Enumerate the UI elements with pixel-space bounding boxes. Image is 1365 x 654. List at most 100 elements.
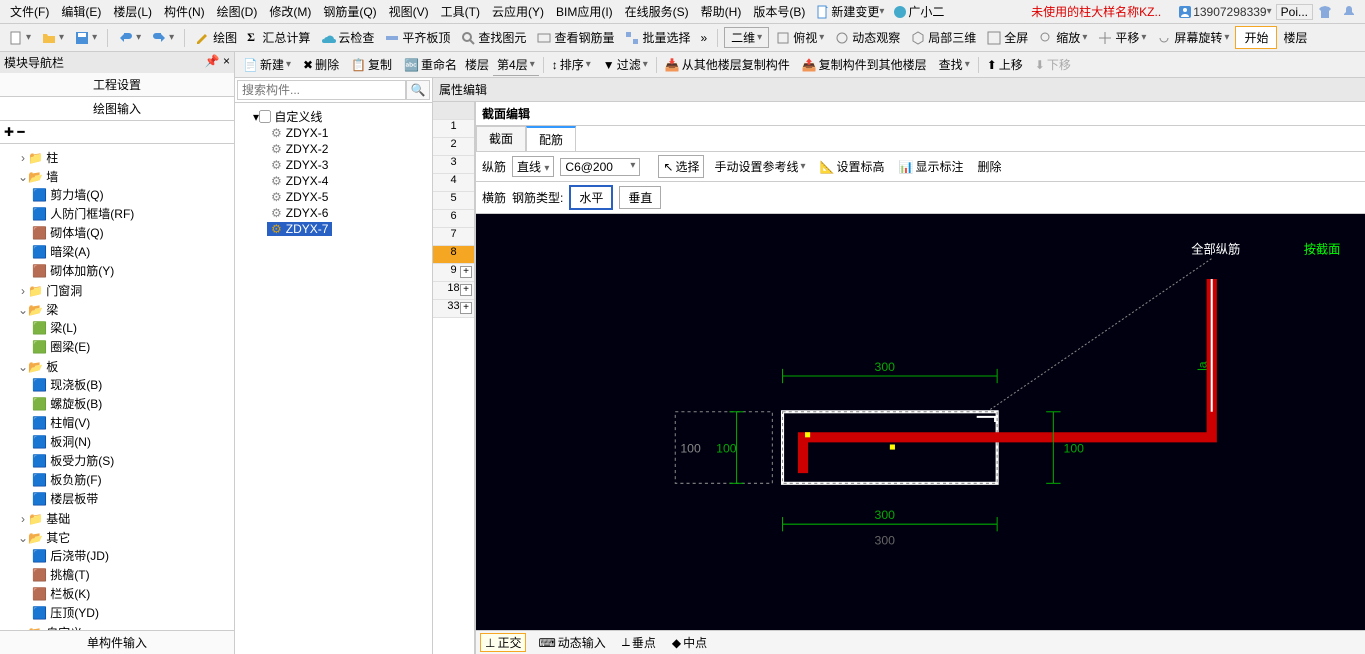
comp-rename-button[interactable]: 🔤重命名 [400,54,461,75]
comp-copy-button[interactable]: 📋复制 [347,54,396,75]
menu-floor[interactable]: 楼层(L) [107,3,158,20]
view-rebar-button[interactable]: 查看钢筋量 [532,27,618,48]
tree-bslj[interactable]: 🟦 板受力筋(S) [32,454,114,468]
batch-select-button[interactable]: 批量选择 [620,27,694,48]
menu-view[interactable]: 视图(V) [383,3,435,20]
menu-edit[interactable]: 编辑(E) [55,3,107,20]
menu-online[interactable]: 在线服务(S) [619,3,695,20]
comp-item-0[interactable]: ⚙ ZDYX-1 [267,126,332,140]
pin-icon[interactable]: 📌 [205,54,220,68]
tree-yading[interactable]: 🟦 压顶(YD) [32,606,99,620]
skin-button[interactable] [1313,4,1337,20]
sort-button[interactable]: ↕排序▾ [548,54,595,75]
comp-item-1[interactable]: ⚙ ZDYX-2 [267,142,332,156]
comp-delete-button[interactable]: ✖删除 [299,54,343,75]
copy-to-floor-button[interactable]: 📤复制构件到其他楼层 [798,54,931,75]
tree-lxb[interactable]: 🟩 螺旋板(B) [32,397,102,411]
prop-row-3[interactable]: 3 [433,156,474,174]
tree-anliang[interactable]: 🟦 暗梁(A) [32,245,90,259]
tree-zhu[interactable]: 柱 [46,151,58,165]
section-draw-input[interactable]: 绘图输入 [0,97,234,121]
floor-select[interactable]: 第4层▾ [493,54,539,76]
menu-tools[interactable]: 工具(T) [435,3,486,20]
show-label-button[interactable]: 📊 显示标注 [895,156,968,177]
floor-select-button[interactable]: 楼层 [1279,27,1311,48]
prop-row-8[interactable]: 8 [433,246,474,264]
draw-toggle[interactable]: 绘图 [191,27,241,48]
start-button[interactable]: 开始 [1235,26,1277,49]
more-button[interactable]: » [696,29,711,47]
tree-tiaoyan[interactable]: 🟫 挑檐(T) [32,568,90,582]
comp-item-3[interactable]: ⚙ ZDYX-4 [267,174,332,188]
vertical-type-button[interactable]: 垂直 [619,186,661,209]
tab-section[interactable]: 截面 [476,126,526,151]
tree-zhumao[interactable]: 🟦 柱帽(V) [32,416,90,430]
section-single-input[interactable]: 单构件输入 [0,630,234,654]
ortho-toggle[interactable]: ⊥ 正交 [480,633,526,652]
menu-draw[interactable]: 绘图(D) [211,3,264,20]
save-button[interactable]: ▾ [70,28,101,48]
poi-button[interactable]: Poi... [1276,4,1313,20]
tab-rebar[interactable]: 配筋 [526,126,576,151]
menu-file[interactable]: 文件(F) [4,3,55,20]
prop-row-2[interactable]: 2 [433,138,474,156]
assistant-button[interactable]: 广小二 [888,3,948,20]
menu-cloud[interactable]: 云应用(Y) [486,3,550,20]
copy-from-floor-button[interactable]: 📥从其他楼层复制构件 [661,54,794,75]
tree-liang[interactable]: 梁 [46,303,58,317]
menu-help[interactable]: 帮助(H) [695,3,748,20]
dynamic-view-button[interactable]: 动态观察 [830,27,904,48]
prop-row-6[interactable]: 6 [433,210,474,228]
midpoint-snap-toggle[interactable]: ◆ 中点 [668,634,711,651]
tree-qiti-qiang[interactable]: 🟫 砌体墙(Q) [32,226,104,240]
cloud-check-button[interactable]: 云检查 [316,27,378,48]
tree-bfj[interactable]: 🟦 板负筋(F) [32,473,102,487]
tree-qiti-jiajin[interactable]: 🟫 砌体加筋(Y) [32,264,114,278]
comp-search-button[interactable]: 查找▾ [935,54,974,75]
expand-row-icon[interactable]: + [460,266,472,278]
topview-button[interactable]: 俯视▾ [771,27,828,48]
collapse-icon[interactable]: ━ [17,125,24,139]
move-up-button[interactable]: ⬆上移 [983,54,1027,75]
component-search-input[interactable] [237,80,406,100]
property-grid[interactable]: 123456789+18+33+ [433,102,475,654]
fullscreen-button[interactable]: 全屏 [982,27,1032,48]
menu-bim[interactable]: BIM应用(I) [550,3,619,20]
dynamic-input-toggle[interactable]: ⌨ 动态输入 [534,634,609,651]
tree-qiang[interactable]: 墙 [46,170,58,184]
component-tree[interactable]: ›📁 柱 ⌄📂 墙 🟦 剪力墙(Q) 🟦 人防门框墙(RF) 🟫 砌体墙(Q) … [0,144,234,630]
new-change-button[interactable]: 新建变更▾ [811,3,888,20]
expand-icon[interactable]: ✚ [4,125,14,139]
select-button[interactable]: ↖ 选择 [658,155,704,178]
tree-lanban[interactable]: 🟫 栏板(K) [32,587,90,601]
set-elevation-button[interactable]: 📐 设置标高 [816,156,889,177]
component-search-button[interactable]: 🔍 [406,80,430,100]
pan-button[interactable]: 平移▾ [1093,27,1150,48]
prop-row-5[interactable]: 5 [433,192,474,210]
tree-ban[interactable]: 板 [46,360,58,374]
sum-button[interactable]: Σ 汇总计算 [243,27,314,48]
undo-button[interactable]: ▾ [114,28,145,48]
comp-root[interactable]: 自定义线 [274,110,322,124]
section-canvas[interactable]: 全部纵筋 按截面 la [476,214,1365,630]
section-project-settings[interactable]: 工程设置 [0,73,234,97]
menu-component[interactable]: 构件(N) [158,3,211,20]
prop-row-9[interactable]: 9+ [433,264,474,282]
shape-select[interactable]: 直线 ▾ [512,156,554,177]
rotate-button[interactable]: 屏幕旋转▾ [1152,27,1233,48]
prop-row-4[interactable]: 4 [433,174,474,192]
tree-menchuang[interactable]: 门窗洞 [46,284,82,298]
open-button[interactable]: ▾ [37,28,68,48]
horizontal-type-button[interactable]: 水平 [569,185,613,210]
flat-slab-button[interactable]: 平齐板顶 [380,27,454,48]
expand-row-icon[interactable]: + [460,302,472,314]
tree-quanliang[interactable]: 🟩 圈梁(E) [32,340,90,354]
comp-new-button[interactable]: 📄新建▾ [239,54,295,75]
move-down-button[interactable]: ⬇下移 [1031,54,1075,75]
search-elem-button[interactable]: 查找图元 [456,27,530,48]
tree-renfang[interactable]: 🟦 人防门框墙(RF) [32,207,134,221]
ref-line-button[interactable]: 手动设置参考线▾ [710,156,809,177]
delete-rebar-button[interactable]: 删除 [973,156,1005,177]
prop-row-7[interactable]: 7 [433,228,474,246]
tree-liang-l[interactable]: 🟩 梁(L) [32,321,77,335]
